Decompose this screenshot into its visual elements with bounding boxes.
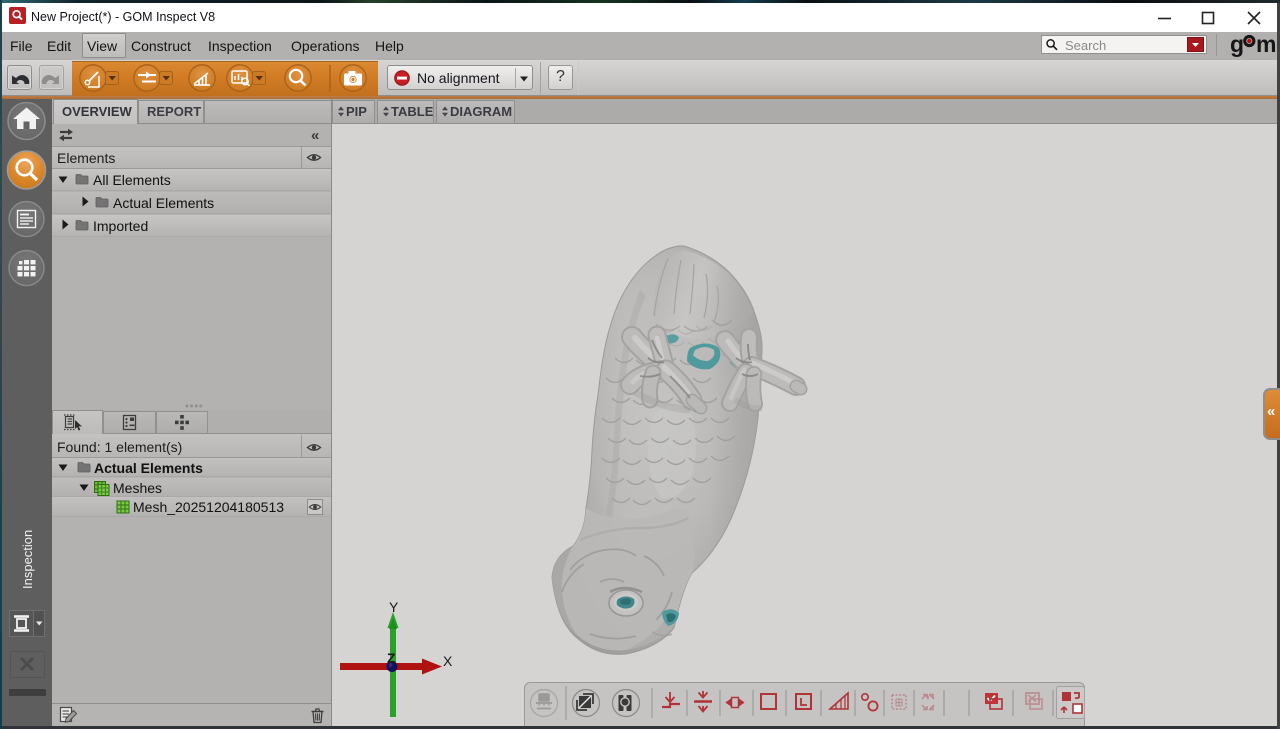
svg-text:X: X: [443, 653, 453, 669]
svg-text:g: g: [1230, 31, 1244, 57]
svg-text:Inspection: Inspection: [20, 530, 35, 589]
svg-text:Y: Y: [389, 599, 399, 615]
svg-text:m: m: [1256, 31, 1276, 57]
svg-text:Z: Z: [387, 650, 396, 666]
